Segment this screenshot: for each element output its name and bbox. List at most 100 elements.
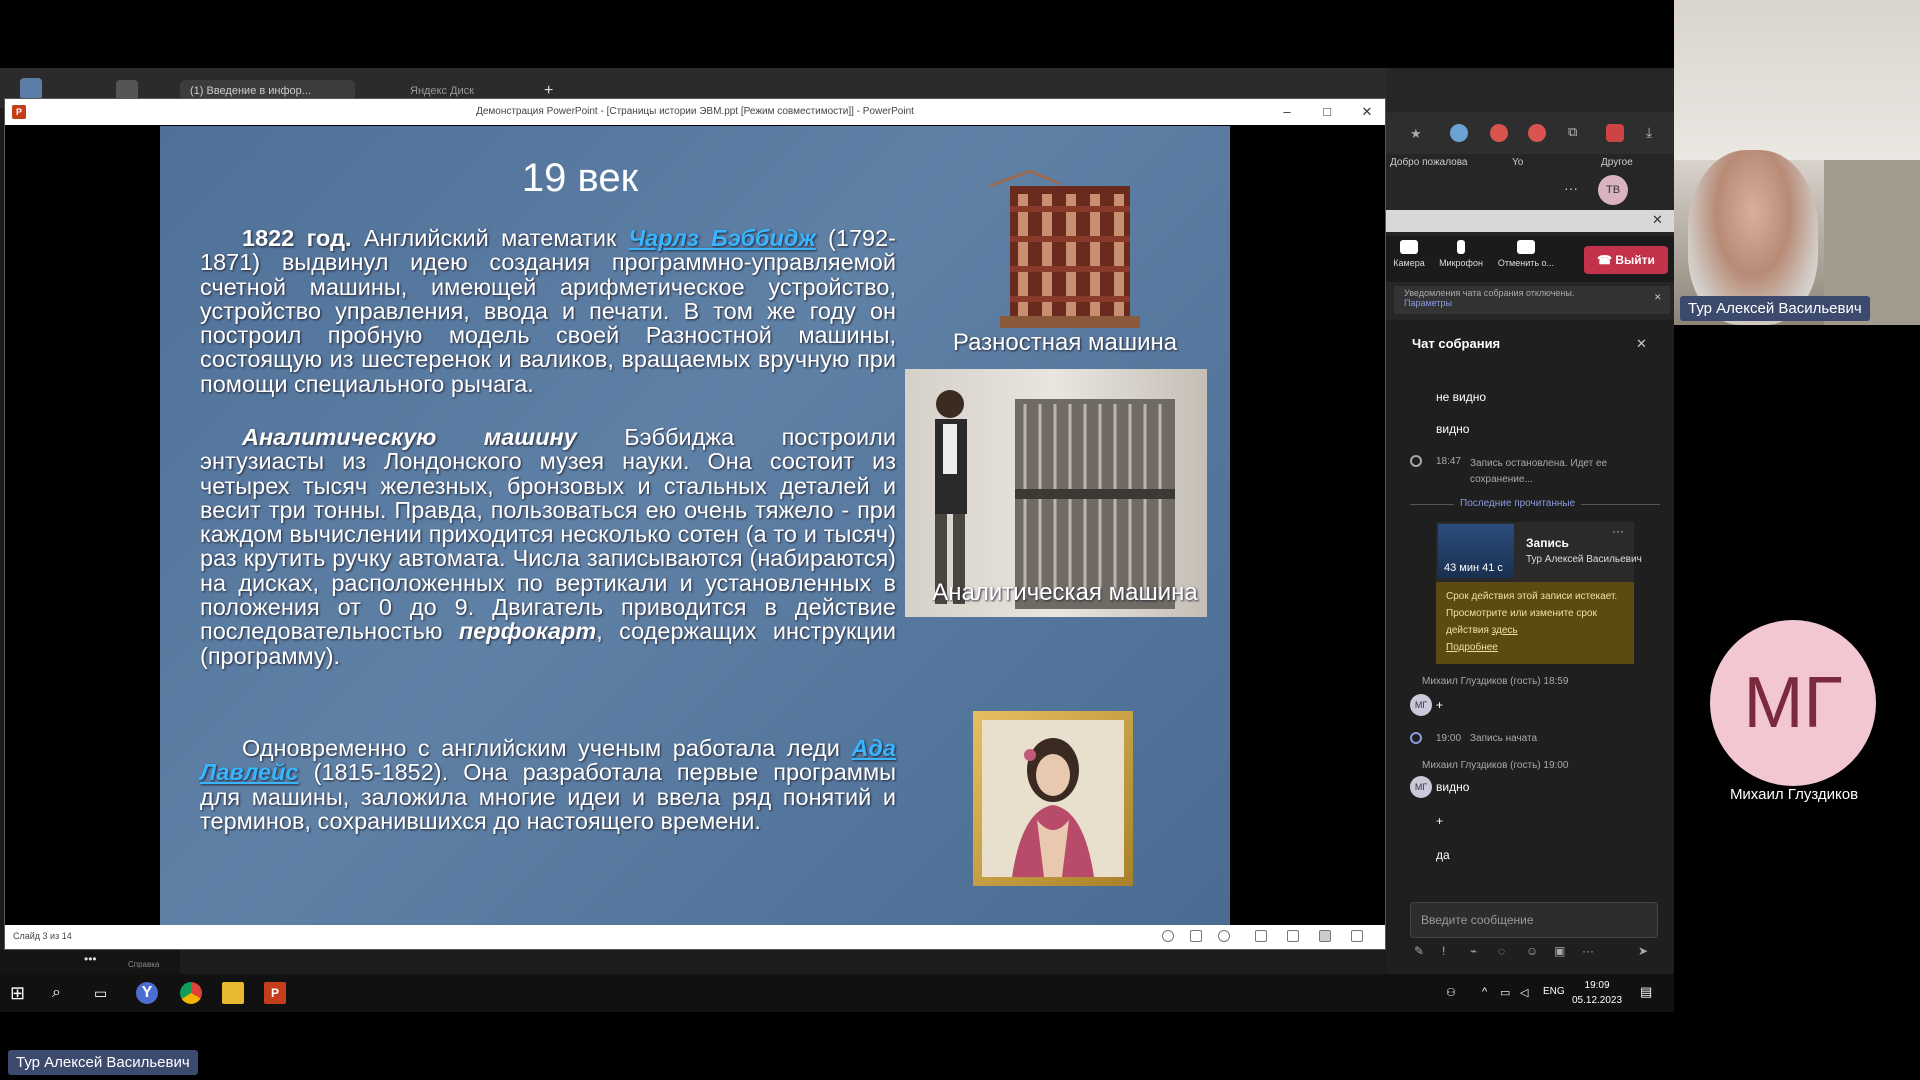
close-icon[interactable]: ✕ [1654, 292, 1662, 303]
record-icon [1410, 732, 1422, 744]
microphone-icon [1457, 240, 1465, 254]
minimize-icon[interactable]: – [1267, 99, 1307, 125]
here-link[interactable]: здесь [1492, 625, 1518, 636]
important-icon[interactable]: ! [1442, 944, 1445, 958]
extension-icon[interactable] [1450, 124, 1468, 142]
file-explorer-icon[interactable] [222, 982, 244, 1004]
close-icon[interactable]: ✕ [1652, 212, 1663, 228]
search-icon[interactable]: ⌕ [52, 982, 74, 1004]
avatar[interactable]: МГ [1410, 776, 1432, 798]
notifications-icon[interactable]: ▤ [1640, 984, 1652, 1000]
close-icon[interactable]: ✕ [1636, 336, 1647, 352]
clock[interactable]: 19:09 05.12.2023 [1572, 978, 1622, 1008]
download-icon[interactable]: ⤓ [1646, 124, 1652, 141]
text-span: Бэббиджа построили энтузиасты из Лондонс… [200, 424, 896, 645]
camera-icon [1400, 240, 1418, 254]
ppt-status-bar: Слайд 3 из 14 [5, 925, 1385, 949]
emphasis-text: перфокарт [458, 618, 597, 645]
loop-icon[interactable]: ◌ [1498, 944, 1505, 958]
help-label[interactable]: Справка [128, 960, 159, 969]
event-text: Запись начата [1470, 733, 1538, 744]
participant-name-tag: Тур Алексей Васильевич [1680, 296, 1870, 321]
chat-message: видно [1436, 422, 1470, 436]
network-icon[interactable]: ▭ [1500, 986, 1510, 999]
format-icon[interactable]: ✎ [1414, 944, 1424, 958]
maximize-icon[interactable]: □ [1307, 99, 1347, 125]
send-icon[interactable]: ➤ [1638, 944, 1648, 958]
more-icon[interactable]: ··· [1582, 944, 1594, 958]
message-sender: Михаил Глуздиков (гость) 18:59 [1422, 676, 1569, 687]
paragraph-lovelace: Одновременно с английским ученым работал… [200, 736, 896, 833]
difference-engine-image [970, 166, 1165, 331]
presenter-name-tag: Тур Алексей Васильевич [8, 1050, 198, 1075]
normal-view-icon[interactable] [1255, 930, 1267, 942]
chat-message: да [1436, 848, 1450, 862]
slide-sorter-icon[interactable] [1287, 930, 1299, 942]
chevron-up-icon[interactable]: ^ [1482, 986, 1487, 998]
meeting-header: ✕ [1386, 210, 1674, 232]
slide-title: 19 век [521, 156, 639, 200]
bookmark-item[interactable]: Yo [1512, 157, 1523, 168]
people-icon[interactable]: ⚇ [1446, 986, 1456, 999]
clock-time: 19:09 [1584, 980, 1610, 991]
camera-button[interactable]: Камера [1386, 240, 1432, 268]
bookmark-item[interactable]: Другое [1601, 157, 1633, 168]
difference-engine-caption: Разностная машина [952, 329, 1178, 356]
last-read-label: Последние прочитанные [1454, 498, 1582, 509]
button-label: Выйти [1615, 253, 1655, 267]
reading-view-icon[interactable] [1319, 930, 1331, 942]
windows-start-icon[interactable]: ⊞ [10, 982, 32, 1004]
more-icon[interactable]: ••• [84, 952, 97, 966]
close-icon[interactable]: ✕ [1347, 99, 1387, 125]
attach-icon[interactable]: ⌁ [1470, 944, 1477, 958]
bookmarks-bar: Добро пожалова Yo Другое [1386, 154, 1674, 174]
avatar[interactable]: МГ [1410, 694, 1432, 716]
extension-icon[interactable] [1528, 124, 1546, 142]
powerpoint-taskbar-icon[interactable]: P [264, 982, 286, 1004]
emoji-icon[interactable]: ☺ [1526, 944, 1538, 958]
browser-toolbar: ★ ⧉ ⤓ [1386, 112, 1674, 154]
cancel-button[interactable]: Отменить о... [1494, 240, 1558, 268]
next-slide-icon[interactable] [1218, 930, 1230, 942]
browser-app-icon[interactable] [20, 78, 42, 100]
button-label: Микрофон [1439, 258, 1483, 268]
text-span: (1792-1871) выдвинул идею создания прогр… [200, 225, 896, 397]
event-text: Запись остановлена. Идет ее сохранение..… [1470, 458, 1608, 485]
bookmark-item[interactable]: Добро пожалова [1390, 157, 1467, 168]
extension-icon[interactable] [1606, 124, 1624, 142]
previous-slide-icon[interactable] [1162, 930, 1174, 942]
text-span: (1815-1852). Она разработала первые прог… [200, 759, 896, 834]
bookmark-icon[interactable]: ★ [1410, 126, 1422, 142]
notice-text: Уведомления чата собрания отключены. [1404, 288, 1575, 298]
volume-icon[interactable]: ◁ [1520, 986, 1528, 999]
extension-icon[interactable] [1490, 124, 1508, 142]
more-icon[interactable]: ··· [1612, 524, 1624, 538]
analytical-engine-caption: Аналитическая машина [932, 579, 1198, 606]
message-input[interactable]: Введите сообщение [1410, 902, 1658, 938]
yandex-browser-icon[interactable]: Y [136, 982, 158, 1004]
powerpoint-icon: P [12, 105, 26, 119]
powerpoint-window: P Демонстрация PowerPoint - [Страницы ис… [4, 98, 1386, 950]
note-text: Срок действия этой записи истекает. Прос… [1446, 591, 1618, 636]
more-link[interactable]: Подробнее [1446, 642, 1498, 653]
emphasis-text: Аналитическую машину [242, 424, 577, 450]
slideshow-icon[interactable] [1351, 930, 1363, 942]
leave-button[interactable]: ☎ Выйти [1584, 246, 1668, 274]
button-label: Камера [1393, 258, 1425, 268]
slide-menu-icon[interactable] [1190, 930, 1202, 942]
settings-link[interactable]: Параметры [1404, 298, 1660, 308]
ppt-titlebar: P Демонстрация PowerPoint - [Страницы ис… [5, 99, 1385, 125]
gif-icon[interactable]: ▣ [1554, 944, 1565, 958]
chrome-icon[interactable] [180, 982, 202, 1004]
participant-avatar: МГ [1710, 620, 1876, 786]
user-avatar[interactable]: ТВ [1598, 175, 1628, 205]
favorites-icon[interactable]: ⧉ [1568, 124, 1577, 140]
task-view-icon[interactable]: ▭ [94, 982, 116, 1004]
microphone-button[interactable]: Микрофон [1438, 240, 1484, 268]
paragraph-analytical-engine: Аналитическую машину Бэббиджа построили … [200, 425, 896, 668]
language-indicator[interactable]: ENG [1543, 986, 1565, 997]
more-icon[interactable]: ··· [1564, 180, 1578, 196]
message-sender: Михаил Глуздиков (гость) 19:00 [1422, 760, 1569, 771]
year-label: 1822 год. [242, 225, 352, 251]
babbage-link[interactable]: Чарлз Бэббидж [629, 225, 816, 251]
